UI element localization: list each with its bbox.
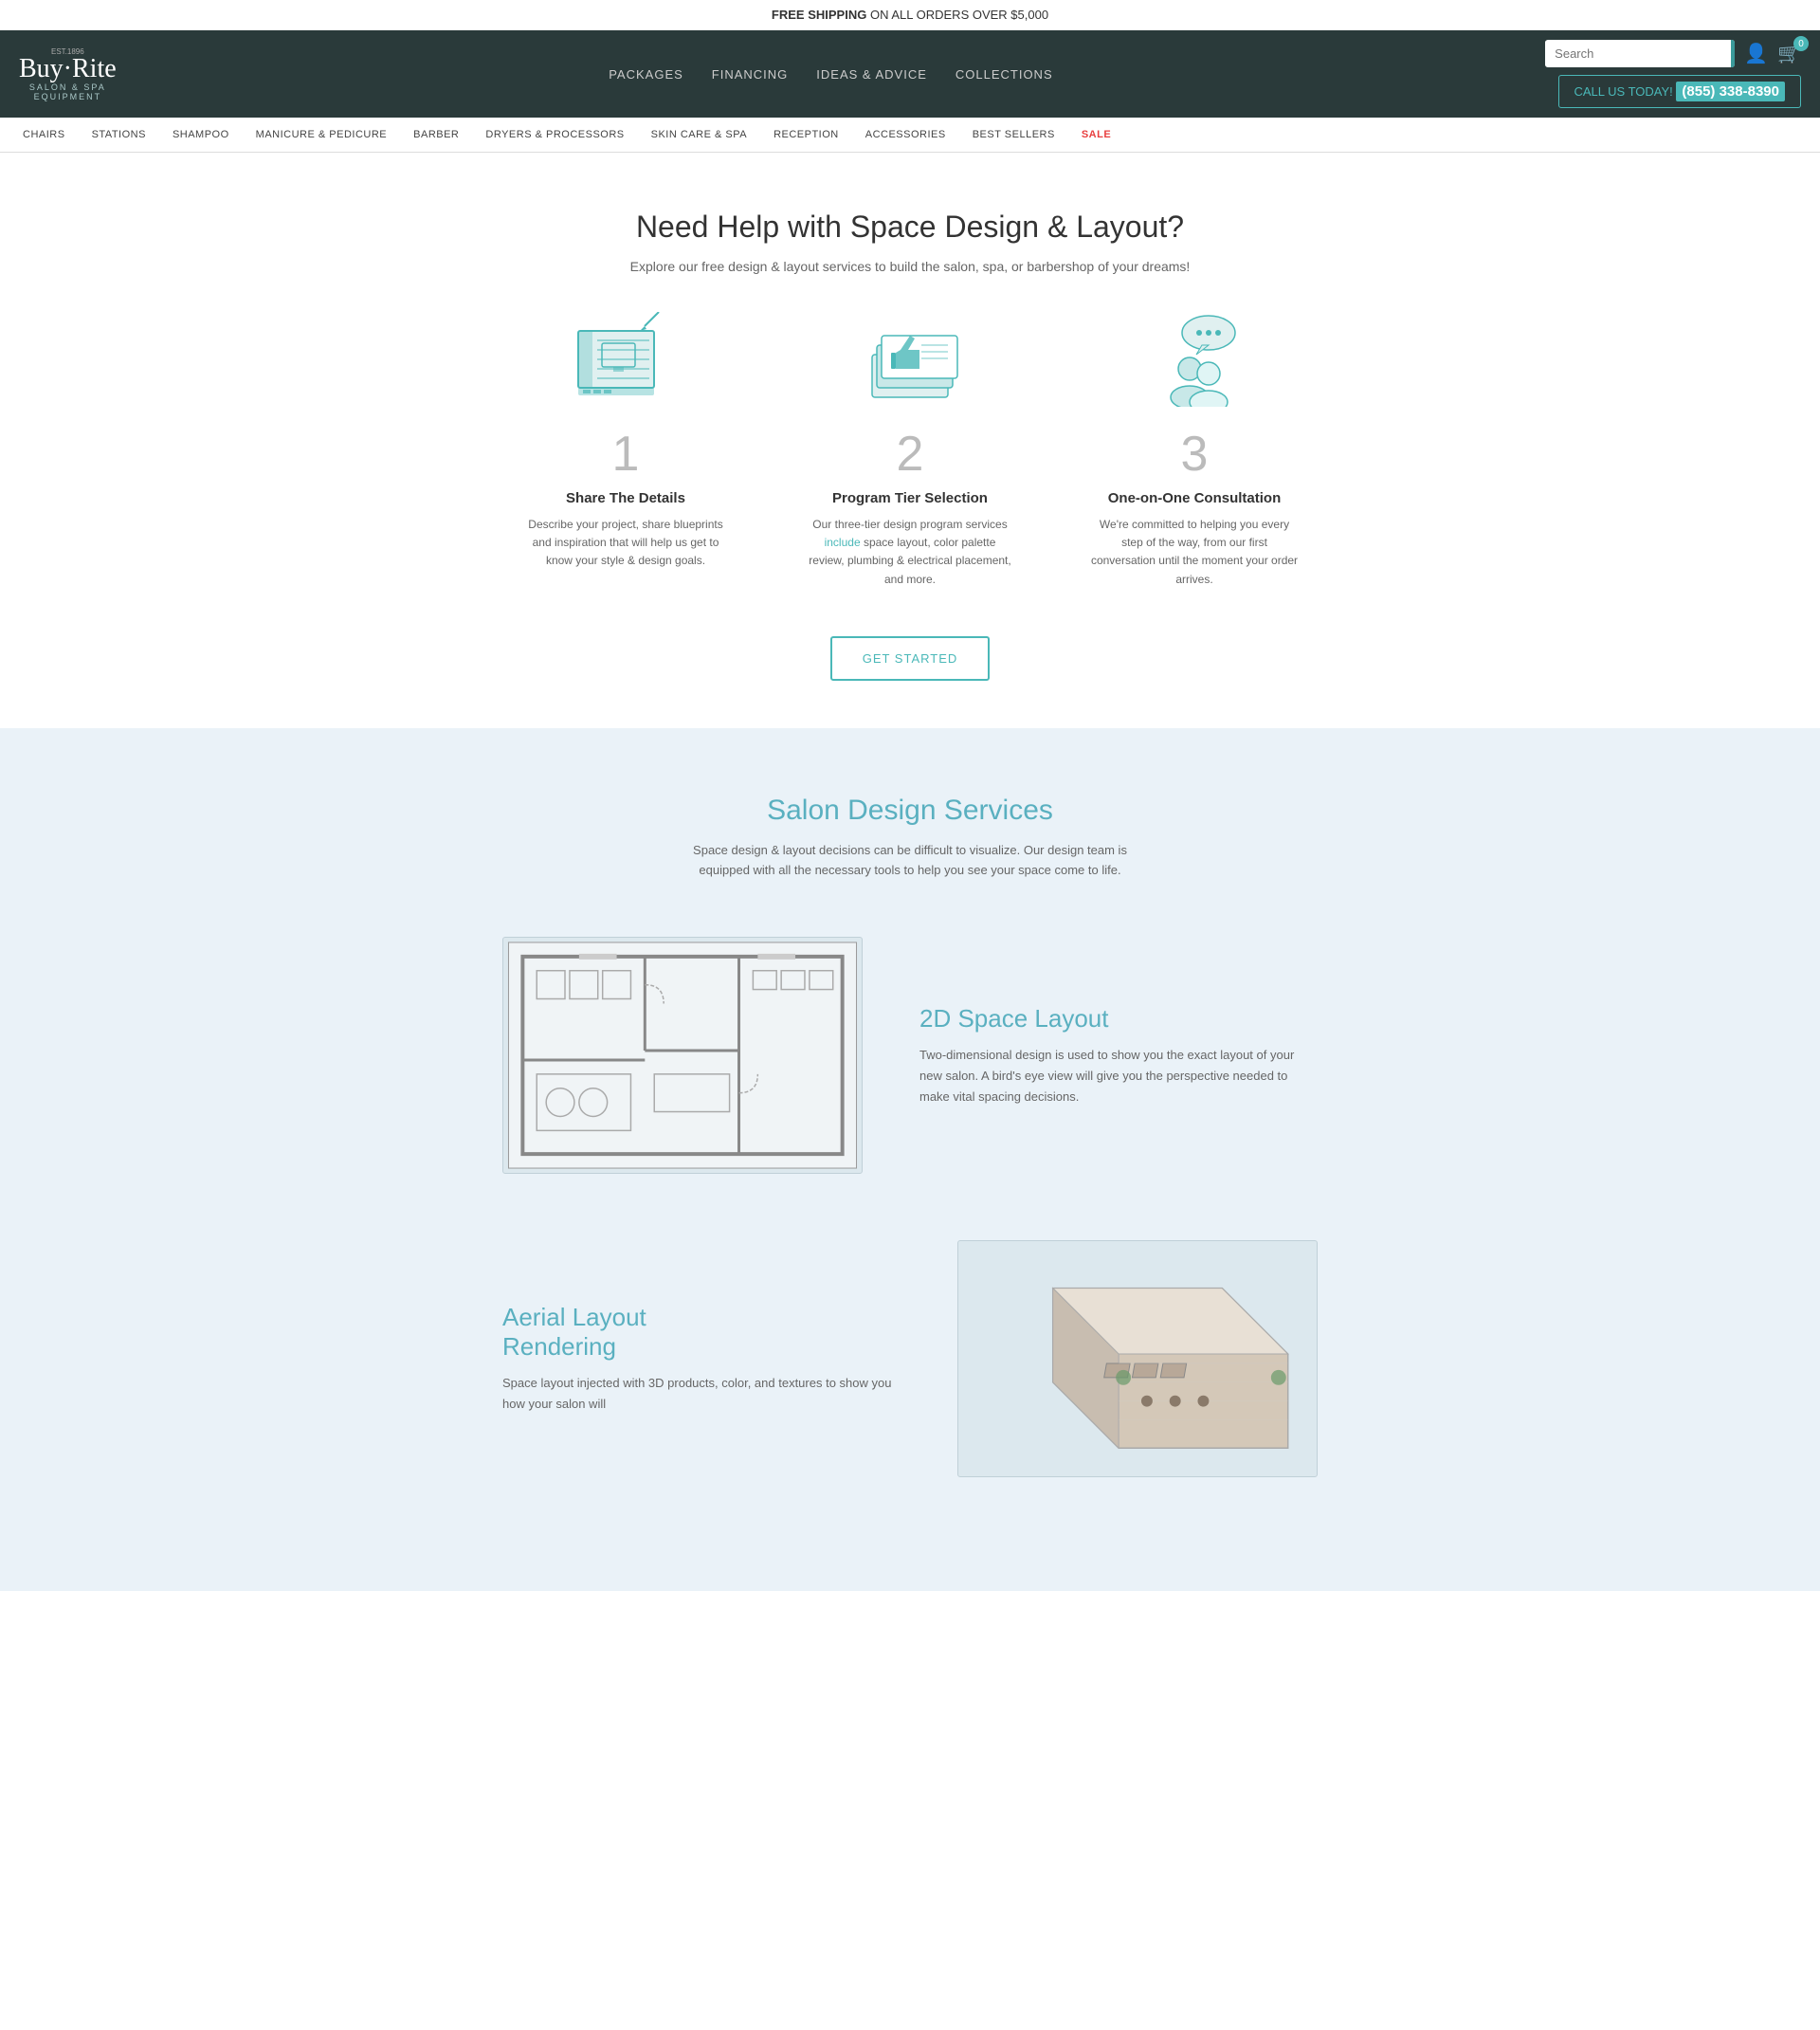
cat-bestsellers[interactable]: BEST SELLERS <box>959 118 1068 152</box>
category-nav: CHAIRS STATIONS SHAMPOO MANICURE & PEDIC… <box>0 118 1820 153</box>
user-icon[interactable]: 👤 <box>1744 42 1768 65</box>
tier-selection-icon <box>853 312 967 407</box>
header-right: 🔍 👤 🛒 0 CALL US TODAY! (855) 338-8390 <box>1545 40 1801 108</box>
design-item-aerial: Aerial LayoutRendering Space layout inje… <box>502 1240 1318 1477</box>
cat-stations[interactable]: STATIONS <box>79 118 159 152</box>
step-1-number: 1 <box>521 426 730 483</box>
banner-bold: FREE SHIPPING <box>772 8 866 22</box>
hero-title: Need Help with Space Design & Layout? <box>19 210 1801 245</box>
consultation-icon <box>1138 312 1251 407</box>
step-3: 3 One-on-One Consultation We're committe… <box>1090 312 1299 589</box>
step-1: 1 Share The Details Describe your projec… <box>521 312 730 589</box>
design-item-2d: 2D Space Layout Two-dimensional design i… <box>502 937 1318 1174</box>
call-number: (855) 338-8390 <box>1676 82 1785 101</box>
step-1-title: Share The Details <box>521 490 730 506</box>
2d-layout-text: 2D Space Layout Two-dimensional design i… <box>919 1004 1318 1107</box>
cat-barber[interactable]: BARBER <box>400 118 472 152</box>
aerial-desc: Space layout injected with 3D products, … <box>502 1373 901 1415</box>
step-2: 2 Program Tier Selection Our three-tier … <box>806 312 1014 589</box>
cart-icon[interactable]: 🛒 0 <box>1777 42 1801 65</box>
floorplan-image <box>502 937 863 1174</box>
cat-dryers[interactable]: DRYERS & PROCESSORS <box>472 118 637 152</box>
salon-design-title: Salon Design Services <box>19 795 1801 827</box>
search-button[interactable]: 🔍 <box>1731 40 1735 67</box>
aerial-svg <box>958 1241 1317 1476</box>
hero-subtitle: Explore our free design & layout service… <box>19 259 1801 274</box>
main-nav: PACKAGES FINANCING IDEAS & ADVICE COLLEC… <box>609 67 1052 82</box>
step-2-title: Program Tier Selection <box>806 490 1014 506</box>
step-3-desc: We're committed to helping you every ste… <box>1090 516 1299 589</box>
call-prefix: CALL US TODAY! <box>1574 84 1673 99</box>
step-2-icon <box>853 312 967 407</box>
get-started-button[interactable]: GET STARTED <box>830 636 991 681</box>
step-3-icon <box>1138 312 1251 407</box>
salon-design-desc: Space design & layout decisions can be d… <box>673 841 1147 881</box>
step-3-number: 3 <box>1090 426 1299 483</box>
top-banner: FREE SHIPPING ON ALL ORDERS OVER $5,000 <box>0 0 1820 30</box>
hero-section: Need Help with Space Design & Layout? Ex… <box>0 153 1820 728</box>
cat-shampoo[interactable]: SHAMPOO <box>159 118 243 152</box>
nav-packages[interactable]: PACKAGES <box>609 67 683 82</box>
search-box: 🔍 <box>1545 40 1735 67</box>
aerial-title: Aerial LayoutRendering <box>502 1303 901 1362</box>
cat-reception[interactable]: RECEPTION <box>760 118 852 152</box>
blueprint-icon <box>569 312 682 407</box>
banner-normal: ON ALL ORDERS OVER $5,000 <box>870 8 1048 22</box>
nav-ideas[interactable]: IDEAS & ADVICE <box>816 67 927 82</box>
cat-accessories[interactable]: ACCESSORIES <box>852 118 959 152</box>
nav-financing[interactable]: FINANCING <box>712 67 789 82</box>
nav-collections[interactable]: COLLECTIONS <box>956 67 1053 82</box>
step-3-title: One-on-One Consultation <box>1090 490 1299 506</box>
logo-name: Buy·Rite <box>19 56 117 82</box>
call-button[interactable]: CALL US TODAY! (855) 338-8390 <box>1558 75 1801 108</box>
cat-skincare[interactable]: SKIN CARE & SPA <box>638 118 760 152</box>
2d-layout-desc: Two-dimensional design is used to show y… <box>919 1045 1318 1107</box>
cat-manicure[interactable]: MANICURE & PEDICURE <box>243 118 400 152</box>
aerial-text: Aerial LayoutRendering Space layout inje… <box>502 1303 901 1415</box>
step-2-desc: Our three-tier design program services i… <box>806 516 1014 589</box>
steps-container: 1 Share The Details Describe your projec… <box>19 312 1801 589</box>
step-2-number: 2 <box>806 426 1014 483</box>
cat-sale[interactable]: SALE <box>1068 118 1124 152</box>
logo-sub: SALON & SPAEQUIPMENT <box>19 82 117 101</box>
cart-badge: 0 <box>1793 36 1809 51</box>
logo: EST.1896 Buy·Rite SALON & SPAEQUIPMENT <box>19 47 117 101</box>
2d-layout-title: 2D Space Layout <box>919 1004 1318 1033</box>
cat-chairs[interactable]: CHAIRS <box>9 118 79 152</box>
header: EST.1896 Buy·Rite SALON & SPAEQUIPMENT P… <box>0 30 1820 118</box>
step-1-icon <box>569 312 682 407</box>
floorplan-svg <box>503 938 862 1173</box>
salon-design-section: Salon Design Services Space design & lay… <box>0 728 1820 1592</box>
step-1-desc: Describe your project, share blueprints … <box>521 516 730 571</box>
aerial-image <box>957 1240 1318 1477</box>
search-input[interactable] <box>1545 41 1731 66</box>
